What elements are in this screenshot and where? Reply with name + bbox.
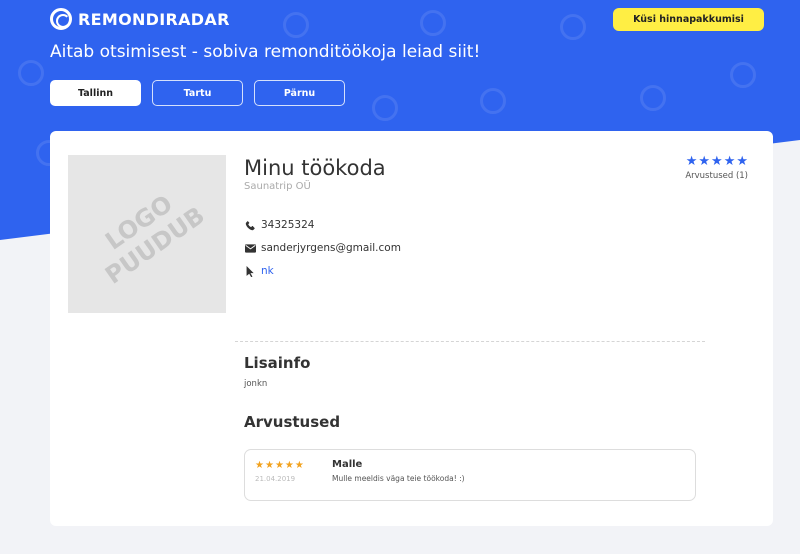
star-icon: ★	[736, 154, 748, 169]
envelope-icon	[244, 242, 256, 254]
extra-info-title: Lisainfo	[244, 354, 311, 372]
page-tagline: Aitab otsimisest - sobiva remonditöökoja…	[50, 42, 481, 62]
star-icon: ★	[274, 460, 284, 471]
request-quote-button[interactable]: Küsi hinnapakkumisi	[613, 8, 764, 31]
review-stars: ★ ★ ★ ★ ★	[255, 461, 304, 471]
brand-logo[interactable]: REMONDIRADAR	[50, 8, 230, 30]
reviews-title: Arvustused	[244, 413, 341, 431]
section-divider	[235, 341, 705, 342]
brand-name: REMONDIRADAR	[78, 9, 230, 29]
rating-stars: ★ ★ ★ ★ ★	[685, 155, 748, 168]
star-icon: ★	[723, 154, 736, 169]
contact-website: nk	[244, 265, 274, 277]
business-company: Saunatrip OÜ	[244, 181, 311, 192]
review-author: Malle	[332, 459, 363, 470]
review-date: 21.04.2019	[255, 475, 296, 483]
star-icon: ★	[294, 460, 304, 471]
star-icon: ★	[255, 460, 264, 471]
website-link[interactable]: nk	[261, 265, 274, 277]
business-card: LOGO PUUDUB Minu töökoda Saunatrip OÜ ★ …	[50, 131, 773, 526]
logo-placeholder: LOGO PUUDUB	[68, 155, 226, 313]
cursor-icon	[244, 265, 256, 277]
contact-phone: 34325324	[244, 219, 314, 231]
city-tab-tallinn[interactable]: Tallinn	[50, 80, 141, 106]
star-icon: ★	[698, 154, 711, 169]
business-name: Minu töökoda	[244, 156, 386, 180]
star-icon: ★	[711, 154, 723, 169]
radar-logo-icon	[50, 8, 72, 30]
star-icon: ★	[264, 460, 274, 471]
phone-number[interactable]: 34325324	[261, 219, 314, 231]
city-tab-parnu[interactable]: Pärnu	[254, 80, 345, 106]
business-rating: ★ ★ ★ ★ ★ Arvustused (1)	[685, 155, 748, 181]
extra-info-text: jonkn	[244, 379, 268, 389]
star-icon: ★	[284, 460, 294, 471]
phone-icon	[244, 219, 256, 231]
top-bar: REMONDIRADAR Küsi hinnapakkumisi	[50, 8, 764, 32]
star-icon: ★	[685, 154, 698, 169]
contact-email: sanderjyrgens@gmail.com	[244, 242, 401, 254]
reviews-count-link[interactable]: Arvustused (1)	[685, 171, 748, 181]
review-text: Mulle meeldis väga teie töökoda! :)	[332, 474, 465, 483]
review-item: ★ ★ ★ ★ ★ 21.04.2019 Malle Mulle meeldis…	[244, 449, 696, 501]
city-tab-tartu[interactable]: Tartu	[152, 80, 243, 106]
city-selector: Tallinn Tartu Pärnu	[50, 80, 345, 106]
email-address[interactable]: sanderjyrgens@gmail.com	[261, 242, 401, 254]
